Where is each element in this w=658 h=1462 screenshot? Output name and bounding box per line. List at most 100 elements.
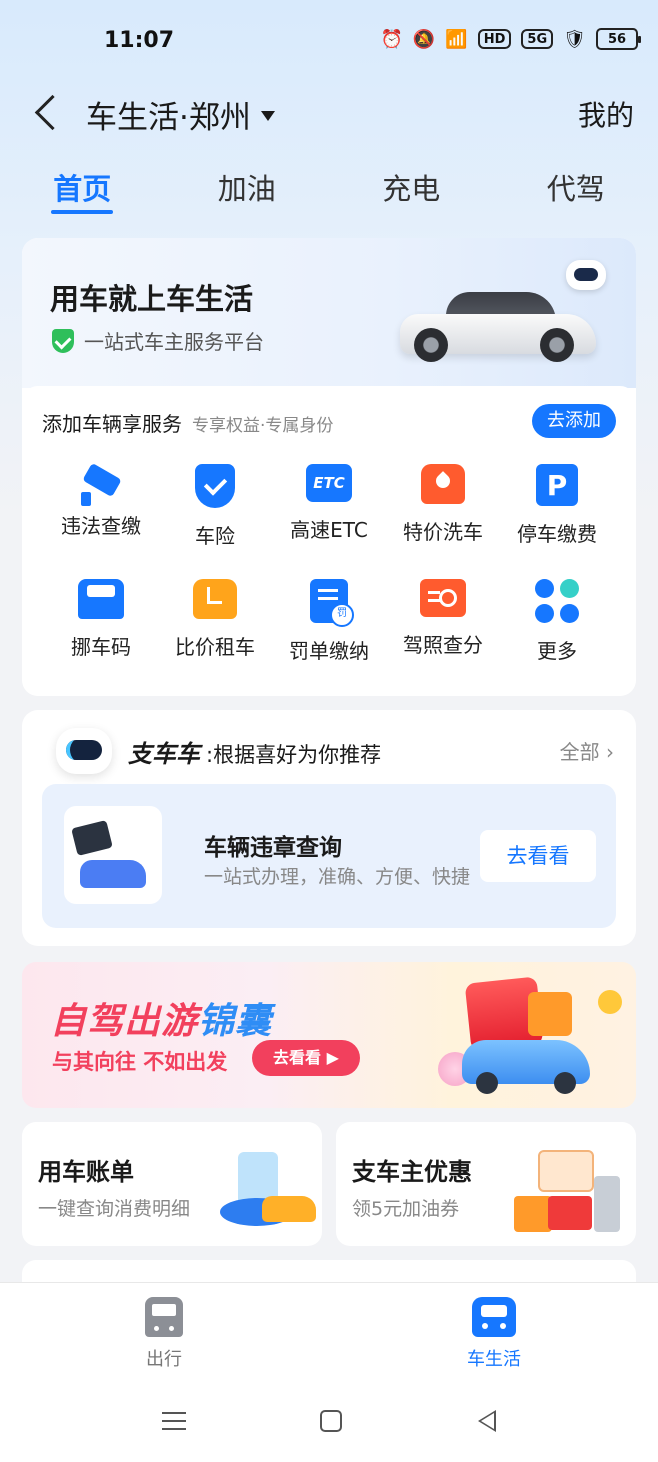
parking-icon: P [536,464,578,506]
bottom-tab-travel[interactable]: 出行 [104,1297,224,1371]
banner-subtitle: 与其向往 不如出发 [52,1050,228,1074]
menu-icon[interactable] [162,1412,186,1430]
add-vehicle-title: 添加车辆享服务 [42,412,182,436]
mini-card-title: 支车主优惠 [352,1158,472,1186]
service-ticket-payment[interactable]: 罚单缴纳 [272,579,386,664]
status-icons: ⏰ 🔕 📶 HD 5G 🛡 56 [380,28,641,50]
car-bill-card[interactable]: 用车账单 一键查询消费明细 [22,1122,322,1246]
alarm-icon: ⏰ [380,28,403,50]
hero-title: 用车就上车生活 [50,282,254,316]
add-vehicle-panel: 添加车辆享服务 专享权益·专属身份 去添加 违法查缴 车险 ETC 高速ETC … [22,386,636,696]
mini-card-subtitle: 领5元加油券 [352,1198,460,1220]
red-packet-illus [548,1196,592,1230]
signal-5g-icon: 5G [521,29,554,49]
bottom-tab-bar: 出行 车生活 [0,1282,658,1384]
service-highway-etc[interactable]: ETC 高速ETC [272,464,386,549]
service-grid: 违法查缴 车险 ETC 高速ETC 特价洗车 P 停车缴费 挪车码 比价租车 罚… [22,464,636,664]
service-label: 车险 [195,524,235,548]
car-illustration [400,292,600,362]
more-dots-icon [535,579,579,623]
service-label: 更多 [537,639,577,663]
system-nav-bar [0,1384,658,1462]
banner-title: 自驾出游锦囊 [50,992,272,1044]
mine-link[interactable]: 我的 [578,94,634,134]
recommend-all-link[interactable]: 全部 › [560,736,614,765]
recommend-go-button[interactable]: 去看看 [480,830,596,882]
camera-screen-illus [71,820,113,856]
car-wheel-front [414,328,448,362]
hero-subtitle-row: 一站式车主服务平台 [52,326,264,355]
recommend-item[interactable]: 车辆违章查询 一站式办理，准确、方便、快捷 去看看 [42,784,616,928]
add-vehicle-button[interactable]: 去添加 [532,404,616,438]
bottom-tab-car-life[interactable]: 车生活 [434,1297,554,1371]
add-vehicle-title-row: 添加车辆享服务 专享权益·专属身份 [42,408,333,437]
battery-icon: 56 [596,28,641,50]
train-icon [145,1297,183,1337]
gift-box-illus [514,1196,552,1232]
car-rental-icon [193,579,237,619]
gift-box-illus [528,992,572,1036]
recommend-brand: 支车车 [128,740,200,768]
top-tabs: 首页 加油 充电 代驾 [0,160,658,220]
car-icon [472,1297,516,1337]
service-label: 特价洗车 [403,520,483,544]
recommend-header: 支车车 :根据喜好为你推荐 [128,734,381,769]
shield-dollar-icon: 🛡 [563,28,586,50]
robot-mascot-icon [566,260,606,290]
bottom-tab-label: 出行 [146,1349,182,1370]
nav-bar: 车生活·郑州 我的 [0,80,658,144]
hd-icon: HD [477,29,512,49]
service-label: 违法查缴 [61,514,141,538]
tab-home[interactable]: 首页 [0,160,165,220]
service-car-rental[interactable]: 比价租车 [158,579,272,664]
service-label: 罚单缴纳 [289,639,369,663]
service-violation-payment[interactable]: 违法查缴 [44,464,158,549]
tab-designated-driver[interactable]: 代驾 [494,160,658,220]
banner-go-button[interactable]: 去看看 ▶ [252,1040,360,1076]
coin-illus [598,990,622,1014]
recommend-tagline: :根据喜好为你推荐 [206,743,382,767]
service-parking-payment[interactable]: P 停车缴费 [500,464,614,549]
city-selector[interactable]: 车生活·郑州 [86,92,275,137]
service-more[interactable]: 更多 [500,579,614,664]
home-icon[interactable] [320,1410,342,1432]
bottom-tab-label: 车生活 [467,1349,521,1370]
hero-subtitle: 一站式车主服务平台 [84,330,264,354]
ticket-payment-icon [310,579,354,627]
etc-icon: ETC [306,464,352,502]
robot-mascot-icon [56,728,112,774]
city-title: 车生活·郑州 [86,100,251,136]
banner-title-accent: 锦囊 [198,1001,273,1042]
add-vehicle-hint: 专享权益·专属身份 [192,416,334,436]
tab-charging[interactable]: 充电 [329,160,494,220]
yellow-car-illus [262,1196,316,1222]
service-label: 比价租车 [175,635,255,659]
violation-query-thumbnail [64,806,162,904]
recommend-item-desc: 一站式办理，准确、方便、快捷 [204,866,471,888]
tab-fuel[interactable]: 加油 [165,160,330,220]
service-car-insurance[interactable]: 车险 [158,464,272,549]
back-button[interactable] [30,90,62,134]
car-wash-icon [421,464,465,504]
hero-card: 用车就上车生活 一站式车主服务平台 添加车辆享服务 专享权益·专属身份 去添加 … [22,238,636,696]
mini-card-subtitle: 一键查询消费明细 [38,1198,191,1220]
car-wheel-rear [540,328,574,362]
bill-illustration [214,1144,318,1236]
service-license-points[interactable]: 驾照查分 [386,579,500,664]
fuel-pump-illus [594,1176,620,1232]
hero-banner[interactable]: 用车就上车生活 一站式车主服务平台 [22,238,636,388]
service-label: 挪车码 [71,635,131,659]
wifi-icon: 📶 [445,28,468,50]
blue-car-illus [80,860,146,888]
owner-discount-card[interactable]: 支车主优惠 领5元加油券 [336,1122,636,1246]
fuel-coupon-illus [538,1150,594,1192]
license-points-icon [420,579,466,617]
service-car-wash[interactable]: 特价洗车 [386,464,500,549]
camera-icon [79,464,123,506]
travel-promo-banner[interactable]: 自驾出游锦囊 与其向往 不如出发 去看看 ▶ [22,962,636,1108]
service-label: 高速ETC [290,518,368,542]
back-triangle-icon[interactable] [478,1410,496,1432]
status-bar: 11:07 ⏰ 🔕 📶 HD 5G 🛡 56 [0,0,658,80]
service-move-car-code[interactable]: 挪车码 [44,579,158,664]
service-label: 驾照查分 [403,633,483,657]
